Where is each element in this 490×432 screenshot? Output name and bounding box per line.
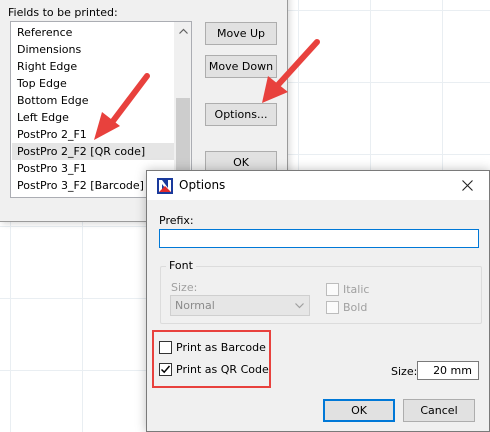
print-as-qr-code-label: Print as QR Code	[176, 363, 269, 376]
list-item[interactable]: Right Edge	[17, 58, 77, 75]
close-button[interactable]	[445, 171, 489, 200]
list-item[interactable]: Top Edge	[17, 75, 67, 92]
checkmark-icon	[160, 365, 171, 374]
close-icon	[461, 180, 473, 191]
options-dialog: Options Prefix: Font Size: Normal Italic…	[146, 170, 490, 432]
list-item[interactable]: PostPro 2_F1	[17, 126, 87, 143]
italic-checkbox[interactable]	[326, 283, 339, 296]
bold-checkbox[interactable]	[326, 301, 339, 314]
chevron-down-icon	[295, 296, 304, 322]
prefix-input[interactable]	[159, 229, 479, 248]
scroll-up-arrow-icon[interactable]	[175, 22, 191, 39]
print-as-qr-code-checkbox[interactable]	[159, 363, 172, 376]
options-button[interactable]: Options...	[205, 103, 277, 126]
font-size-value: Normal	[175, 299, 215, 312]
list-item[interactable]: Bottom Edge	[17, 92, 89, 109]
list-item-selected[interactable]: PostPro 2_F2 [QR code]	[12, 143, 174, 160]
app-logo-icon	[157, 178, 173, 194]
code-size-input[interactable]	[417, 361, 479, 380]
list-item[interactable]: Dimensions	[17, 41, 81, 58]
font-group-legend: Font	[166, 259, 196, 272]
options-titlebar[interactable]: Options	[147, 171, 489, 200]
italic-label: Italic	[343, 283, 370, 296]
bold-label: Bold	[343, 301, 368, 314]
prefix-label: Prefix:	[159, 214, 194, 227]
cancel-button[interactable]: Cancel	[403, 399, 475, 422]
font-size-label: Size:	[171, 281, 198, 294]
code-size-label: Size:	[391, 365, 418, 378]
list-item[interactable]: PostPro 3_F2 [Barcode]	[17, 177, 144, 194]
list-item[interactable]: Left Edge	[17, 109, 69, 126]
list-item[interactable]: PostPro 3_F1	[17, 160, 87, 177]
move-down-button[interactable]: Move Down	[205, 55, 277, 78]
annotation-highlight-box	[152, 330, 271, 388]
print-as-barcode-checkbox[interactable]	[159, 341, 172, 354]
list-item[interactable]: Reference	[17, 24, 72, 41]
move-up-button[interactable]: Move Up	[205, 22, 277, 45]
font-size-select[interactable]: Normal	[170, 295, 310, 316]
dialog-title: Options	[179, 178, 226, 192]
print-as-barcode-label: Print as Barcode	[176, 341, 266, 354]
ok-button[interactable]: OK	[323, 399, 395, 422]
fields-to-print-label: Fields to be printed:	[8, 6, 118, 19]
